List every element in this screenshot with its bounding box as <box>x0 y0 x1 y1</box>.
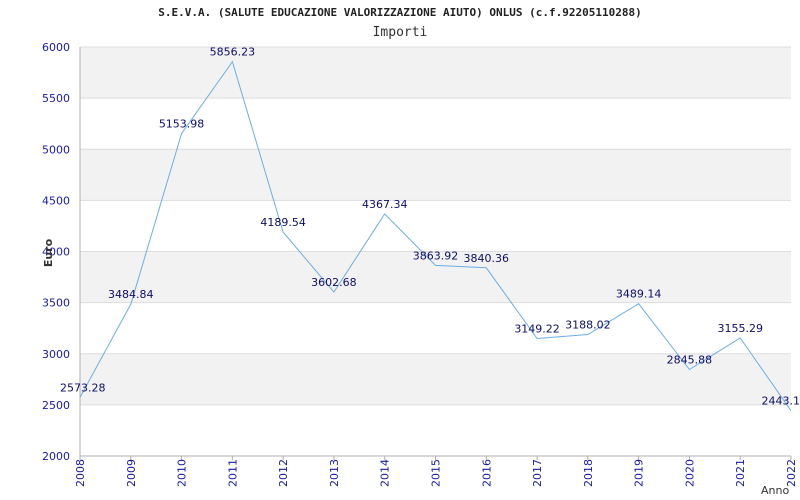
data-label: 2443.1 <box>762 395 800 408</box>
line-chart: 200025003000350040004500500055006000 200… <box>42 41 800 497</box>
y-tick-label: 3000 <box>42 348 70 361</box>
data-label: 3155.29 <box>717 322 763 335</box>
y-tick-label: 4500 <box>42 194 70 207</box>
data-label: 4189.54 <box>260 216 306 229</box>
data-label: 5856.23 <box>210 46 256 59</box>
data-label: 3602.68 <box>311 276 357 289</box>
x-tick-label: 2011 <box>226 459 239 487</box>
data-label: 3149.22 <box>514 322 560 335</box>
data-label: 3489.14 <box>616 288 662 301</box>
x-tick-label: 2010 <box>176 459 189 487</box>
y-axis-label: Euro <box>42 238 55 267</box>
data-label: 3188.02 <box>565 319 611 332</box>
x-tick-label: 2020 <box>683 459 696 487</box>
data-label: 2845.88 <box>667 354 713 367</box>
x-tick-label: 2017 <box>531 459 544 487</box>
x-tick-label: 2022 <box>785 459 798 487</box>
x-tick-label: 2018 <box>582 459 595 487</box>
y-tick-label: 2000 <box>42 450 70 463</box>
x-tick-label: 2015 <box>430 459 443 487</box>
data-label: 3863.92 <box>413 249 459 262</box>
x-tick-label: 2021 <box>734 459 747 487</box>
x-tick-label: 2009 <box>125 459 138 487</box>
y-tick-label: 2500 <box>42 399 70 412</box>
data-label: 4367.34 <box>362 198 408 211</box>
x-tick-label: 2016 <box>480 459 493 487</box>
grid-bands <box>80 47 791 405</box>
data-label: 2573.28 <box>60 381 106 394</box>
x-tick-label: 2013 <box>328 459 341 487</box>
data-label: 3840.36 <box>464 252 510 265</box>
y-tick-label: 5500 <box>42 92 70 105</box>
grid-band <box>80 47 791 99</box>
data-label: 3484.84 <box>108 288 154 301</box>
x-tick-labels: 2008 2009 2010 2011 2012 2013 2014 2015 2016 2017… <box>74 456 798 487</box>
x-tick-label: 2014 <box>379 459 392 487</box>
y-tick-label: 3500 <box>42 297 70 310</box>
x-tick-label: 2019 <box>633 459 646 487</box>
x-tick-label: 2008 <box>74 459 87 487</box>
y-tick-label: 6000 <box>42 41 70 54</box>
y-tick-label: 5000 <box>42 143 70 156</box>
x-axis-label: Anno <box>761 484 789 497</box>
x-tick-label: 2012 <box>277 459 290 487</box>
grid-band <box>80 149 791 201</box>
data-label: 5153.98 <box>159 118 205 131</box>
